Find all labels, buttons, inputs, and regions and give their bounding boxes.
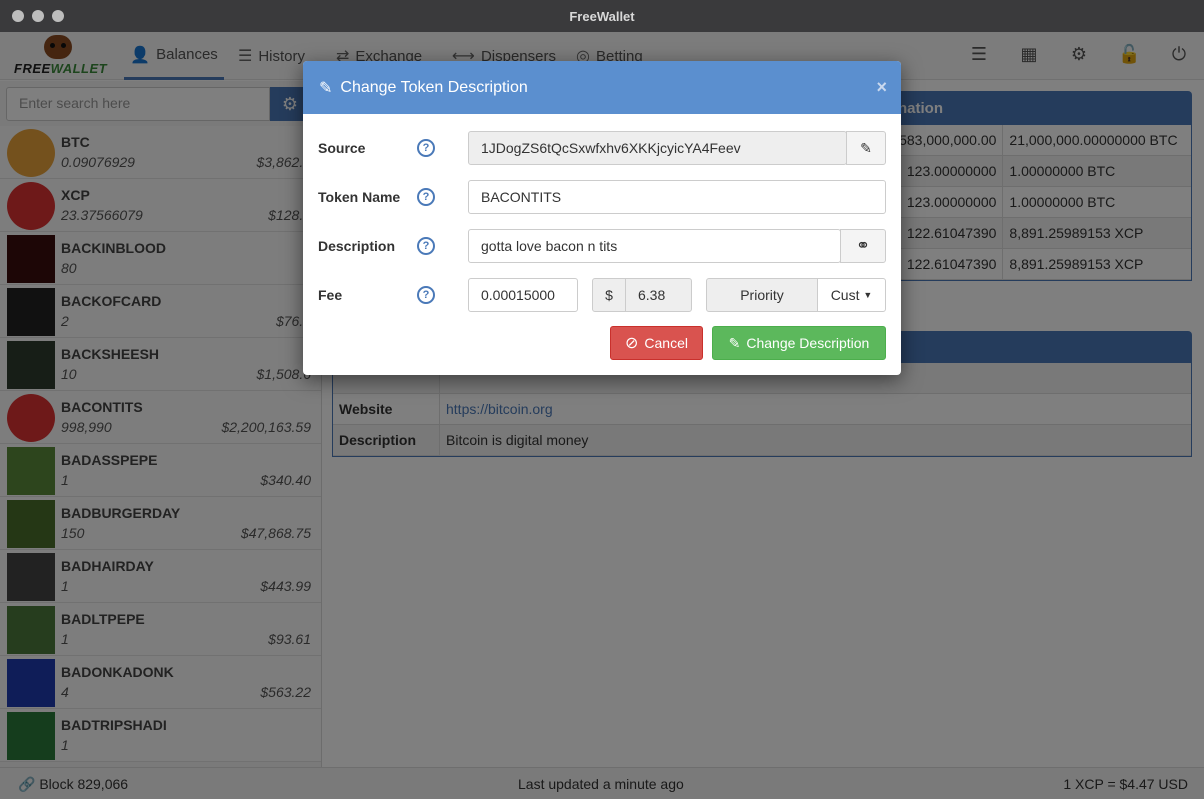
description-label: Description: [318, 238, 396, 254]
dialog-header: ✎ Change Token Description ×: [303, 61, 901, 114]
chain-link-icon: ⚭: [855, 236, 871, 255]
token-name-label: Token Name: [318, 189, 401, 205]
help-icon[interactable]: ?: [417, 237, 435, 255]
source-label: Source: [318, 140, 366, 156]
fee-usd-field: 6.38: [625, 278, 692, 312]
source-field[interactable]: 1JDogZS6tQcSxwfxhv6XKKjcyicYA4Feev: [468, 131, 847, 165]
edit-icon: ✎: [728, 334, 741, 351]
change-description-dialog: ✎ Change Token Description × Source ? 1J…: [303, 61, 901, 375]
priority-button[interactable]: Priority: [706, 278, 818, 312]
token-name-field[interactable]: BACONTITS: [468, 180, 886, 214]
dropdown-label: Cust: [830, 287, 860, 303]
source-row: Source ? 1JDogZS6tQcSxwfxhv6XKKjcyicYA4F…: [318, 131, 886, 165]
link-description-button[interactable]: ⚭: [840, 229, 886, 263]
cancel-button[interactable]: ⊘ Cancel: [610, 326, 703, 360]
close-window-button[interactable]: [12, 10, 24, 22]
close-icon[interactable]: ×: [876, 77, 887, 98]
dollar-addon: $: [592, 278, 626, 312]
change-description-button[interactable]: ✎ Change Description: [712, 326, 886, 360]
description-field[interactable]: gotta love bacon n tits: [468, 229, 841, 263]
window-title: FreeWallet: [569, 8, 635, 24]
help-icon[interactable]: ?: [417, 139, 435, 157]
change-label: Change Description: [746, 335, 870, 351]
window-titlebar: FreeWallet: [0, 0, 1204, 32]
fee-row: Fee ? 0.00015000 $ 6.38 Priority Cust ▼: [318, 278, 886, 312]
maximize-window-button[interactable]: [52, 10, 64, 22]
token-name-row: Token Name ? BACONTITS: [318, 180, 886, 214]
window-controls: [12, 10, 64, 22]
cancel-label: Cancel: [644, 335, 688, 351]
ban-icon: ⊘: [625, 335, 639, 352]
description-row: Description ? gotta love bacon n tits ⚭: [318, 229, 886, 263]
dialog-title: Change Token Description: [340, 78, 528, 96]
fee-label: Fee: [318, 287, 343, 303]
edit-source-button[interactable]: ✎: [846, 131, 886, 165]
minimize-window-button[interactable]: [32, 10, 44, 22]
custom-fee-dropdown[interactable]: Cust ▼: [817, 278, 886, 312]
edit-icon: ✎: [860, 139, 872, 156]
edit-icon: ✎: [319, 79, 333, 97]
fee-field[interactable]: 0.00015000: [468, 278, 578, 312]
help-icon[interactable]: ?: [417, 188, 435, 206]
caret-down-icon: ▼: [863, 290, 873, 300]
help-icon[interactable]: ?: [417, 286, 435, 304]
